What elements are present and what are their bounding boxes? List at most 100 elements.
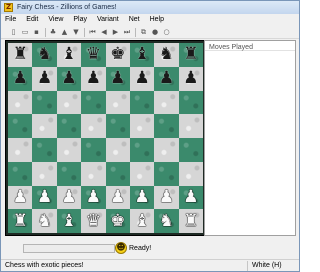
black-piece[interactable]: ♚ [110, 46, 125, 63]
board-square-c8[interactable]: ♝ [56, 43, 82, 67]
menu-play[interactable]: Play [73, 16, 87, 23]
white-piece[interactable]: ♟ [183, 188, 198, 206]
board-square-a2[interactable]: ♟ [8, 185, 33, 210]
white-piece[interactable]: ♞ [159, 212, 174, 230]
next-move-icon[interactable]: ▶ [111, 28, 120, 37]
board-square-f3[interactable] [129, 161, 155, 186]
board-square-g1[interactable]: ♞ [154, 209, 179, 233]
board-square-f8[interactable]: ♝ [129, 43, 155, 67]
save-icon[interactable]: ▪ [32, 28, 41, 37]
smiley-icon[interactable]: ☻ [115, 242, 127, 254]
black-piece[interactable]: ♟ [183, 70, 198, 87]
white-piece[interactable]: ♚ [110, 212, 125, 230]
white-piece[interactable]: ♝ [134, 212, 149, 230]
board-square-f6[interactable] [129, 90, 155, 115]
black-piece[interactable]: ♟ [159, 70, 174, 87]
board-square-b4[interactable] [32, 138, 57, 162]
black-piece[interactable]: ♛ [86, 46, 101, 63]
previous-move-icon[interactable]: ◀ [100, 28, 109, 37]
menu-variant[interactable]: Variant [97, 16, 119, 23]
board-square-d1[interactable]: ♛ [81, 209, 106, 233]
white-piece[interactable]: ♛ [86, 212, 101, 230]
menu-net[interactable]: Net [129, 16, 140, 23]
board-square-e1[interactable]: ♚ [105, 209, 130, 233]
board-square-d7[interactable]: ♟ [81, 66, 106, 91]
board-square-c5[interactable] [56, 114, 82, 138]
board-square-a5[interactable] [8, 114, 33, 138]
white-piece[interactable]: ♟ [86, 188, 101, 206]
white-piece[interactable]: ♞ [37, 212, 52, 230]
moves-played-panel[interactable]: Moves Played [204, 40, 296, 236]
board-square-a6[interactable] [8, 90, 33, 115]
down-arrow-icon[interactable]: ▼ [72, 28, 81, 37]
board-square-b2[interactable]: ♟ [32, 185, 57, 210]
board-square-h1[interactable]: ♜ [178, 209, 203, 233]
board-square-g3[interactable] [154, 161, 179, 186]
black-piece[interactable]: ♜ [13, 46, 28, 63]
board-square-c2[interactable]: ♟ [56, 185, 82, 210]
board-square-b6[interactable] [32, 90, 57, 115]
black-piece[interactable]: ♟ [86, 70, 101, 87]
black-piece[interactable]: ♝ [61, 46, 76, 63]
board-square-b5[interactable] [32, 114, 57, 138]
board-square-h3[interactable] [178, 161, 203, 186]
board-square-h5[interactable] [178, 114, 203, 138]
menu-view[interactable]: View [48, 16, 63, 23]
board-square-e4[interactable] [105, 138, 130, 162]
white-piece[interactable]: ♟ [134, 188, 149, 206]
board-square-h2[interactable]: ♟ [178, 185, 203, 210]
board-square-h8[interactable]: ♜ [178, 43, 203, 67]
board-square-g5[interactable] [154, 114, 179, 138]
white-piece[interactable]: ♜ [13, 212, 28, 230]
menu-help[interactable]: Help [150, 16, 164, 23]
board-square-b8[interactable]: ♞ [32, 43, 57, 67]
board-square-b7[interactable]: ♟ [32, 66, 57, 91]
first-move-icon[interactable]: ⏮ [88, 28, 97, 37]
board-square-c6[interactable] [56, 90, 82, 115]
board-square-h4[interactable] [178, 138, 203, 162]
board-square-a1[interactable]: ♜ [8, 209, 33, 233]
open-folder-icon[interactable]: ▭ [21, 28, 30, 37]
board-square-g7[interactable]: ♟ [154, 66, 179, 91]
up-arrow-icon[interactable]: ▲ [60, 28, 69, 37]
board-square-h6[interactable] [178, 90, 203, 115]
board-square-c3[interactable] [56, 161, 82, 186]
white-piece[interactable]: ♟ [13, 188, 28, 206]
board-square-c4[interactable] [56, 138, 82, 162]
board-square-a8[interactable]: ♜ [8, 43, 33, 67]
black-piece[interactable]: ♟ [37, 70, 52, 87]
board-square-c1[interactable]: ♝ [56, 209, 82, 233]
last-move-icon[interactable]: ⏭ [123, 28, 132, 37]
black-piece[interactable]: ♜ [183, 46, 198, 63]
black-piece[interactable]: ♝ [134, 46, 149, 63]
board-square-f7[interactable]: ♟ [129, 66, 155, 91]
menu-edit[interactable]: Edit [26, 16, 38, 23]
board-square-d3[interactable] [81, 161, 106, 186]
board-square-e2[interactable]: ♟ [105, 185, 130, 210]
black-piece[interactable]: ♟ [134, 70, 149, 87]
board-square-d4[interactable] [81, 138, 106, 162]
board-square-a3[interactable] [8, 161, 33, 186]
board-square-a4[interactable] [8, 138, 33, 162]
board-square-f2[interactable]: ♟ [129, 185, 155, 210]
black-piece[interactable]: ♟ [61, 70, 76, 87]
board-square-d6[interactable] [81, 90, 106, 115]
board-square-e6[interactable] [105, 90, 130, 115]
menu-file[interactable]: File [5, 16, 16, 23]
white-piece[interactable]: ♟ [159, 188, 174, 206]
board-square-e5[interactable] [105, 114, 130, 138]
board-square-c7[interactable]: ♟ [56, 66, 82, 91]
white-piece[interactable]: ♟ [37, 188, 52, 206]
board-square-b1[interactable]: ♞ [32, 209, 57, 233]
board-square-d5[interactable] [81, 114, 106, 138]
white-piece[interactable]: ♟ [61, 188, 76, 206]
board-square-g6[interactable] [154, 90, 179, 115]
black-piece[interactable]: ♟ [13, 70, 28, 87]
board-square-e3[interactable] [105, 161, 130, 186]
board-square-e7[interactable]: ♟ [105, 66, 130, 91]
board-square-f1[interactable]: ♝ [129, 209, 155, 233]
board-square-d2[interactable]: ♟ [81, 185, 106, 210]
white-piece[interactable]: ♜ [183, 212, 198, 230]
chess-board[interactable]: ♜ ♞ ♝ ♛ ♚ ♝ ♞ ♜ ♟ ♟ ♟ ♟ ♟ ♟ ♟ ♟ ♟ ♟ ♟ ♟ ♟ ♟ ♟ ♟ ♜ ♞ ♝ ♛ ♚ ♝ ♞ ♜ [8, 43, 203, 233]
board-options-icon[interactable]: ⧉ [139, 28, 148, 37]
